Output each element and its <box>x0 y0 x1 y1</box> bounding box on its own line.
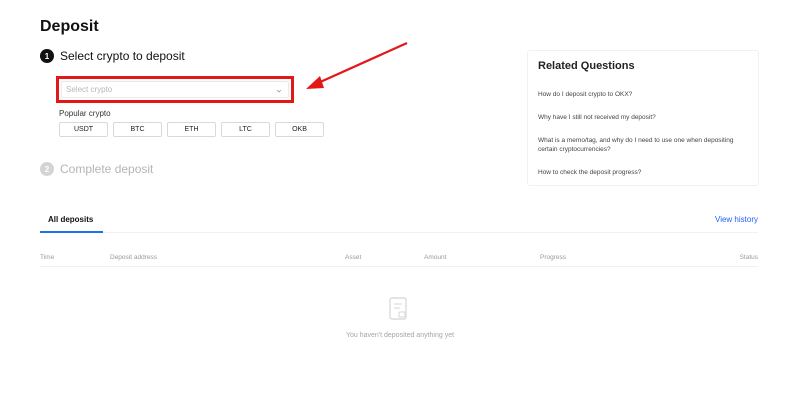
related-question-link[interactable]: Why have I still not received my deposit… <box>538 113 748 122</box>
related-questions-panel: Related Questions How do I deposit crypt… <box>527 50 759 186</box>
step-complete-deposit: 2 Complete deposit <box>40 162 153 176</box>
coin-chip-ltc[interactable]: LTC <box>221 122 270 137</box>
popular-crypto-list: USDT BTC ETH LTC OKB <box>59 122 324 137</box>
coin-chip-eth[interactable]: ETH <box>167 122 216 137</box>
popular-crypto-label: Popular crypto <box>59 109 111 118</box>
related-question-link[interactable]: How do I deposit crypto to OKX? <box>538 90 748 99</box>
empty-state-text: You haven't deposited anything yet <box>345 332 455 339</box>
empty-document-icon <box>389 297 407 320</box>
related-questions-title: Related Questions <box>538 60 635 72</box>
tab-all-deposits[interactable]: All deposits <box>48 215 93 224</box>
coin-chip-btc[interactable]: BTC <box>113 122 162 137</box>
view-history-link[interactable]: View history <box>715 215 758 224</box>
step-number-2: 2 <box>40 162 54 176</box>
coin-chip-okb[interactable]: OKB <box>275 122 324 137</box>
active-tab-underline <box>40 231 103 233</box>
column-header-amount: Amount <box>424 254 447 261</box>
coin-chip-usdt[interactable]: USDT <box>59 122 108 137</box>
table-header-divider <box>40 266 758 267</box>
related-question-link[interactable]: How to check the deposit progress? <box>538 168 748 177</box>
tabs-divider <box>40 232 758 233</box>
column-header-time: Time <box>40 254 55 261</box>
step-label-complete-deposit: Complete deposit <box>60 162 154 176</box>
column-header-progress: Progress <box>540 254 567 261</box>
related-question-link[interactable]: What is a memo/tag, and why do I need to… <box>538 136 748 154</box>
column-header-status: Status <box>739 254 758 261</box>
column-header-deposit-address: Deposit address <box>110 254 157 261</box>
column-header-asset: Asset <box>345 254 362 261</box>
